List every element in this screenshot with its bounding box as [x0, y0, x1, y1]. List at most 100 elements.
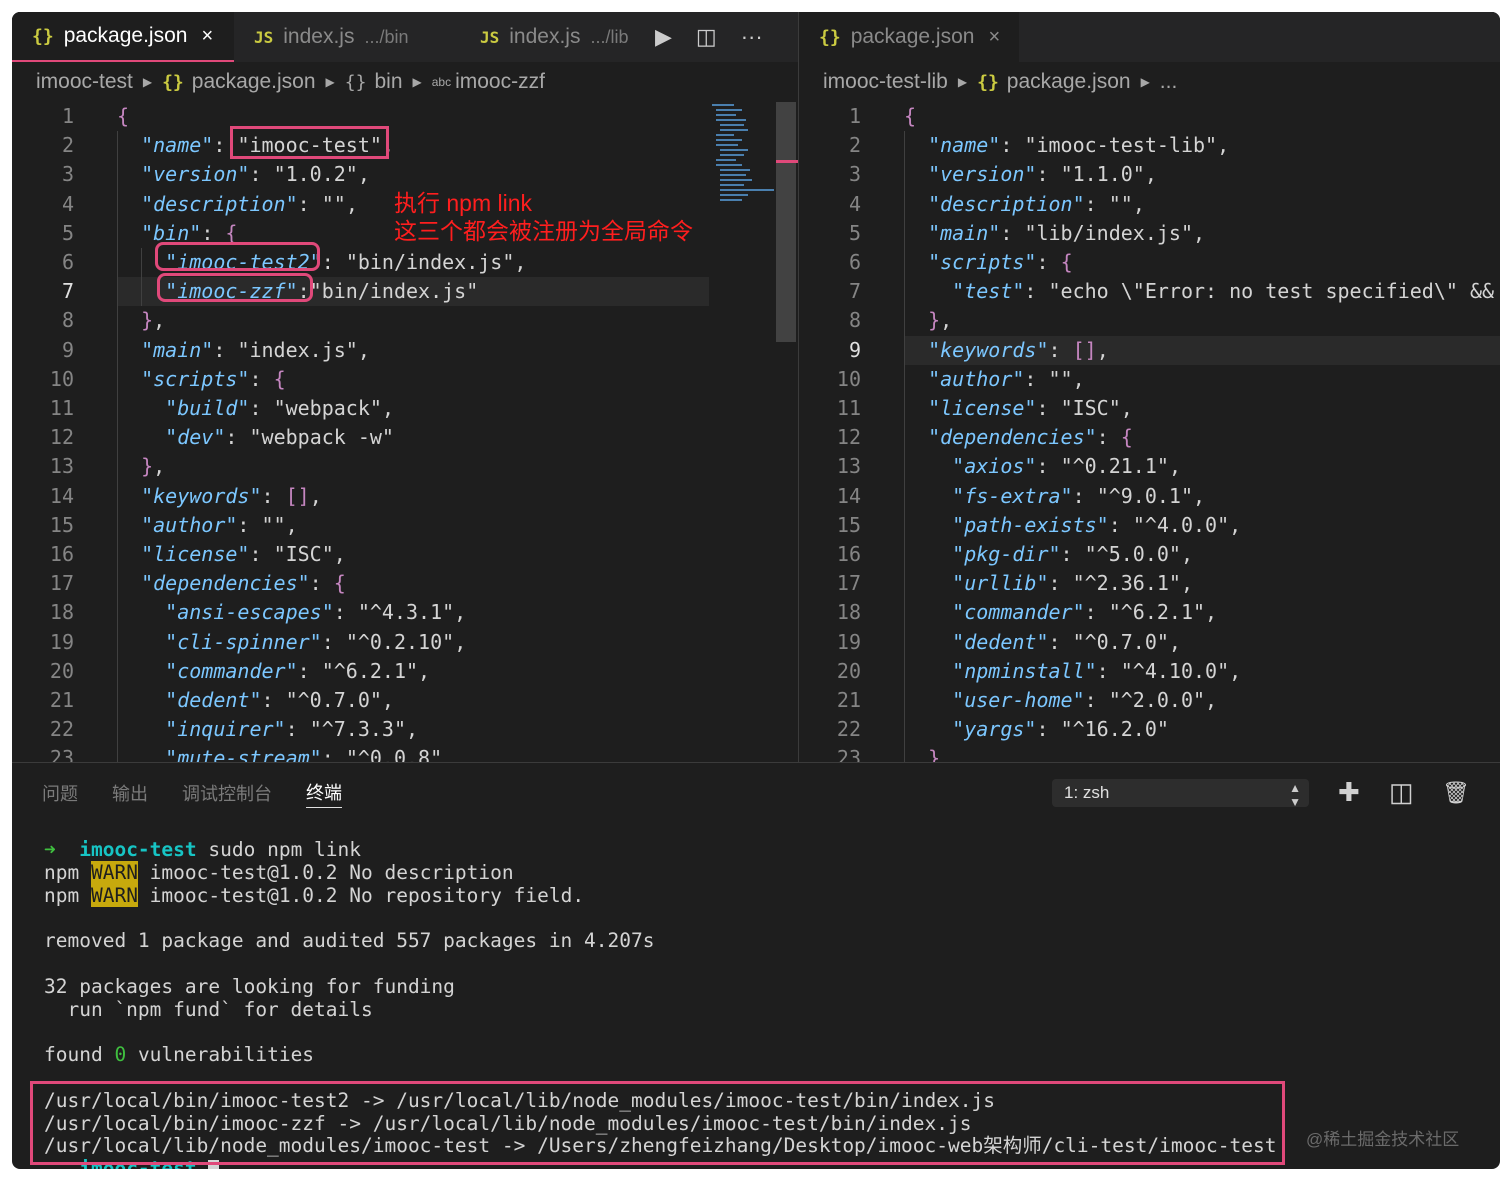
line-number: 13 — [836, 454, 861, 479]
code-text: "license": "ISC", — [141, 542, 346, 566]
scrollbar-marker — [776, 160, 798, 163]
code-text: "author": "", — [928, 366, 1085, 391]
code-line: 11 "build": "webpack", — [12, 394, 798, 423]
line-number: 16 — [49, 542, 74, 566]
line-number: 10 — [49, 366, 74, 391]
line-number: 9 — [61, 337, 74, 362]
tab-terminal[interactable]: 终端 — [306, 779, 342, 808]
more-actions-icon[interactable]: ··· — [741, 24, 763, 50]
code-line: 6 "scripts": { — [799, 248, 1500, 277]
line-number: 15 — [836, 512, 861, 537]
code-line: 8 }, — [12, 306, 798, 335]
split-terminal-icon[interactable]: ◫ — [1389, 777, 1414, 808]
highlight-box-symlinks — [30, 1081, 1285, 1165]
code-line: 1{ — [12, 102, 798, 131]
breadcrumb-folder[interactable]: imooc-test — [36, 70, 133, 94]
code-text: "inquirer": "^7.3.3", — [165, 717, 419, 742]
terminal-line: found 0 vulnerabilities — [44, 1043, 314, 1067]
breadcrumb-object[interactable]: bin — [374, 70, 402, 94]
close-icon[interactable]: × — [201, 25, 213, 48]
line-number: 7 — [848, 279, 861, 304]
code-line: 13 }, — [12, 452, 798, 481]
code-line: 9 "main": "index.js", — [12, 336, 798, 365]
vertical-scrollbar[interactable] — [776, 102, 796, 342]
line-number: 1 — [848, 104, 861, 128]
run-icon[interactable]: ▶ — [655, 24, 672, 50]
minimap[interactable] — [712, 104, 778, 204]
breadcrumb-more[interactable]: ... — [1160, 70, 1178, 94]
tab-debug-console[interactable]: 调试控制台 — [182, 780, 272, 806]
code-text: "dedent": "^0.7.0", — [952, 629, 1181, 654]
code-line: 17 "urllib": "^2.36.1", — [799, 569, 1500, 598]
code-text: "name": "imooc-test-lib", — [928, 133, 1230, 158]
line-number: 14 — [49, 483, 74, 508]
tab-problems[interactable]: 问题 — [42, 780, 78, 806]
line-number: 21 — [836, 688, 861, 712]
code-line: 12 "dev": "webpack -w" — [12, 423, 798, 452]
code-line: 11 "license": "ISC", — [799, 394, 1500, 423]
string-icon: abc — [431, 75, 452, 89]
right-editor-group: {} package.json × imooc-test-lib ▶ {} pa… — [799, 12, 1500, 762]
breadcrumb: imooc-test ▶ {} package.json ▶ {} bin ▶ … — [12, 62, 798, 102]
js-file-icon: JS — [480, 27, 500, 47]
terminal-line: run `npm fund` for details — [44, 997, 373, 1021]
line-number: 18 — [836, 600, 861, 625]
left-tab-bar: {} package.json × JS index.js .../bin JS… — [12, 12, 798, 62]
chevron-right-icon: ▶ — [1140, 75, 1150, 89]
terminal-select[interactable]: 1: zsh ▲ ▼ — [1052, 779, 1309, 809]
npm-label: npm — [44, 860, 91, 884]
line-number: 9 — [848, 337, 861, 362]
tab-package-json-lib[interactable]: {} package.json × — [799, 12, 1019, 62]
split-editor-icon[interactable]: ◫ — [696, 24, 717, 50]
breadcrumb: imooc-test-lib ▶ {} package.json ▶ ... — [799, 62, 1500, 102]
line-number: 8 — [61, 308, 74, 333]
code-line: 14 "keywords": [], — [12, 482, 798, 511]
code-text: "fs-extra": "^9.0.1", — [952, 483, 1206, 508]
close-icon[interactable]: × — [988, 26, 1000, 49]
tab-index-js-bin[interactable]: JS index.js .../bin — [234, 12, 460, 62]
line-number: 23 — [836, 746, 861, 762]
chevron-right-icon: ▶ — [412, 75, 422, 89]
trash-icon[interactable]: 🗑 — [1442, 780, 1470, 806]
code-text: "dedent": "^0.7.0", — [165, 688, 394, 712]
code-text: "build": "webpack", — [165, 396, 394, 420]
line-number: 3 — [61, 162, 74, 187]
code-text: "path-exists": "^4.0.0", — [952, 512, 1242, 537]
code-editor[interactable]: 1{2 "name": "imooc-test-lib", 3 "version"… — [799, 102, 1500, 762]
warn-text: imooc-test@1.0.2 No description — [137, 860, 514, 884]
object-icon: {} — [344, 71, 367, 93]
code-line: 22 "inquirer": "^7.3.3", — [12, 715, 798, 744]
terminal-line: ➜ imooc-test sudo npm link — [44, 838, 362, 862]
line-number: 18 — [49, 600, 74, 625]
tab-index-js-lib[interactable]: JS index.js .../lib — [460, 12, 636, 62]
line-number: 2 — [61, 133, 74, 158]
terminal-line: 32 packages are looking for funding — [44, 974, 455, 998]
line-number: 1 — [61, 104, 74, 128]
line-number: 12 — [49, 425, 74, 450]
code-text: "dependencies": { — [928, 425, 1133, 450]
tab-path: .../bin — [364, 26, 409, 47]
breadcrumb-folder[interactable]: imooc-test-lib — [823, 70, 948, 94]
tab-output[interactable]: 输出 — [112, 780, 148, 806]
breadcrumb-file[interactable]: package.json — [192, 70, 316, 94]
code-text: "axios": "^0.21.1", — [952, 454, 1181, 479]
code-line: 16 "license": "ISC", — [12, 540, 798, 569]
code-line: 1{ — [799, 102, 1500, 131]
code-line: 20 "commander": "^6.2.1", — [12, 657, 798, 686]
watermark: @稀土掘金技术社区 — [1306, 1130, 1460, 1149]
line-number: 20 — [836, 658, 861, 683]
breadcrumb-key[interactable]: imooc-zzf — [455, 70, 545, 94]
terminal-command: sudo npm link — [208, 838, 362, 861]
code-text: "cli-spinner": "^0.2.10", — [165, 629, 467, 654]
code-text: "pkg-dir": "^5.0.0", — [952, 542, 1194, 566]
code-text: "user-home": "^2.0.0", — [952, 688, 1218, 712]
code-line: 3 "version": "1.0.2", — [12, 160, 798, 189]
tab-package-json[interactable]: {} package.json × — [12, 12, 234, 62]
vulnerability-count: 0 — [114, 1043, 127, 1067]
json-file-icon: {} — [162, 71, 184, 93]
line-number: 7 — [61, 279, 74, 304]
add-terminal-icon[interactable]: ✚ — [1338, 777, 1360, 808]
code-line: 2 "name": "imooc-test-lib", — [799, 131, 1500, 160]
breadcrumb-file[interactable]: package.json — [1007, 70, 1131, 94]
code-line: 15 "author": "", — [12, 511, 798, 540]
